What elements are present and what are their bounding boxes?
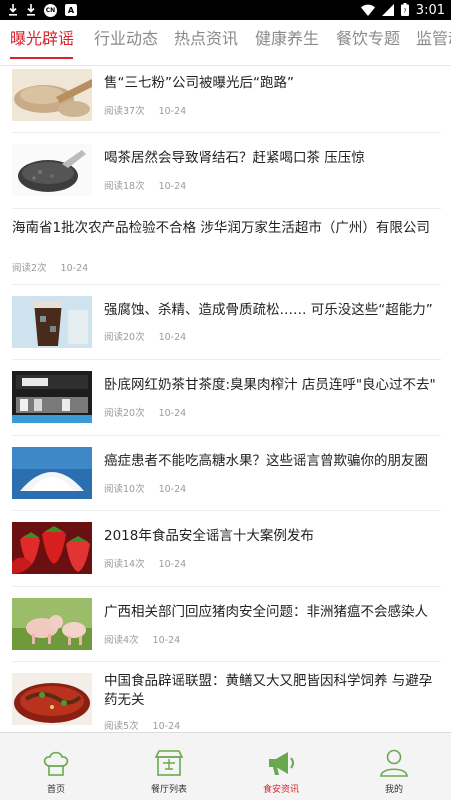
- news-title: 卧底网红奶茶甘茶度:臭果肉榨汁 店员连呼"良心过不去": [104, 377, 436, 393]
- news-item[interactable]: 癌症患者不能吃高糖水果？这些谣言曾欺骗你的朋友圈 阅读10次 10-24: [12, 436, 441, 511]
- news-meta: 阅读14次 10-24: [104, 556, 186, 570]
- cn-badge-icon: CN: [44, 3, 57, 17]
- news-title: 强腐蚀、杀精、造成骨质疏松…… 可乐没这些“超能力”: [104, 302, 433, 318]
- news-title: 2018年食品安全谣言十大案例发布: [104, 528, 314, 544]
- restaurant-store-icon: [153, 747, 185, 779]
- news-title: 癌症患者不能吃高糖水果？这些谣言曾欺骗你的朋友圈: [104, 453, 428, 469]
- news-meta: 阅读18次 10-24: [104, 178, 186, 192]
- news-meta: 阅读10次 10-24: [104, 481, 186, 495]
- nav-home[interactable]: 首页: [16, 733, 96, 800]
- news-meta: 阅读20次 10-24: [104, 329, 186, 343]
- publish-date: 10-24: [60, 263, 89, 274]
- news-title: 喝茶居然会导致肾结石？赶紧喝口茶 压压惊: [104, 150, 365, 166]
- news-title: 海南省1批次农产品检验不合格 涉华润万家生活超市（广州）有限公司: [12, 220, 430, 236]
- news-list: 售“三七粉”公司被曝光后“跑路” 阅读37次 10-24 喝茶居然会导致肾结石？赶…: [0, 67, 451, 732]
- news-item[interactable]: 2018年食品安全谣言十大案例发布 阅读14次 10-24: [12, 511, 441, 587]
- chef-hat-icon: [40, 747, 72, 779]
- svg-text:?: ?: [403, 8, 406, 15]
- tea-shop-image: [12, 371, 92, 423]
- bottom-nav-bar: 首页 餐厅列表 食安资讯 我的: [0, 732, 451, 800]
- clock-time: 3:01: [415, 2, 445, 18]
- news-meta: 阅读2次 10-24: [12, 260, 88, 274]
- news-title: 中国食品辟谣联盟：黄鳝又大又肥皆因科学饲养 与避孕药无关: [104, 673, 433, 708]
- app-screen: CN A ? 3:01 曝光辟谣 行业动态 热点资讯 健康养生 餐饮专题 监管动: [0, 0, 451, 800]
- read-count: 阅读18次: [104, 181, 145, 192]
- news-item[interactable]: 喝茶居然会导致肾结石？赶紧喝口茶 压压惊 阅读18次 10-24: [12, 133, 441, 209]
- news-item[interactable]: 售“三七粉”公司被曝光后“跑路” 阅读37次 10-24: [12, 67, 441, 133]
- nav-label: 餐厅列表: [150, 785, 187, 795]
- tea-leaves-image: [12, 144, 92, 196]
- user-icon: [378, 747, 410, 779]
- nav-label: 我的: [384, 785, 403, 795]
- news-meta: 阅读4次 10-24: [104, 632, 180, 646]
- news-item[interactable]: 广西相关部门回应猪肉安全问题：非洲猪瘟不会感染人 阅读4次 10-24: [12, 587, 441, 662]
- nav-restaurant-list[interactable]: 餐厅列表: [129, 733, 209, 800]
- active-tab-indicator: [10, 57, 73, 59]
- tab-regulation[interactable]: 监管动: [416, 20, 451, 65]
- read-count: 阅读14次: [104, 559, 145, 570]
- publish-date: 10-24: [158, 484, 187, 495]
- read-count: 阅读20次: [104, 332, 145, 343]
- nav-food-safety-news[interactable]: 食安资讯: [241, 733, 321, 800]
- wifi-icon: [360, 1, 375, 20]
- publish-date: 10-24: [158, 408, 187, 419]
- read-count: 阅读5次: [104, 721, 139, 732]
- read-count: 阅读2次: [12, 263, 47, 274]
- publish-date: 10-24: [158, 181, 187, 192]
- news-item[interactable]: 海南省1批次农产品检验不合格 涉华润万家生活超市（广州）有限公司 阅读2次 10-…: [12, 209, 441, 285]
- eel-dish-image: [12, 673, 92, 725]
- download-icon: [8, 1, 18, 20]
- strawberries-image: [12, 522, 92, 574]
- nav-profile[interactable]: 我的: [354, 733, 434, 800]
- tab-catering[interactable]: 餐饮专题: [336, 20, 400, 65]
- news-meta: 阅读20次 10-24: [104, 405, 186, 419]
- a-badge-icon: A: [65, 4, 77, 16]
- read-count: 阅读4次: [104, 635, 139, 646]
- publish-date: 10-24: [158, 332, 187, 343]
- tab-exposure-rumor[interactable]: 曝光辟谣: [10, 20, 74, 65]
- cola-glass-image: [12, 296, 92, 348]
- news-item[interactable]: 中国食品辟谣联盟：黄鳝又大又肥皆因科学饲养 与避孕药无关 阅读5次 10-24: [12, 662, 441, 732]
- read-count: 阅读37次: [104, 106, 145, 117]
- nav-label: 首页: [46, 785, 65, 795]
- pig-image: [12, 598, 92, 650]
- news-title: 售“三七粉”公司被曝光后“跑路”: [104, 75, 294, 91]
- tab-industry-news[interactable]: 行业动态: [94, 20, 158, 65]
- publish-date: 10-24: [152, 721, 181, 732]
- nav-label: 食安资讯: [262, 785, 299, 795]
- powder-spoon-image: [12, 69, 92, 121]
- news-meta: 阅读5次 10-24: [104, 718, 180, 732]
- tab-hot-news[interactable]: 热点资讯: [174, 20, 238, 65]
- news-title: 广西相关部门回应猪肉安全问题：非洲猪瘟不会感染人: [104, 604, 428, 620]
- publish-date: 10-24: [158, 106, 187, 117]
- signal-icon: [381, 1, 394, 20]
- status-bar: CN A ? 3:01: [0, 0, 451, 20]
- news-item[interactable]: 卧底网红奶茶甘茶度:臭果肉榨汁 店员连呼"良心过不去" 阅读20次 10-24: [12, 360, 441, 436]
- read-count: 阅读20次: [104, 408, 145, 419]
- news-item[interactable]: 强腐蚀、杀精、造成骨质疏松…… 可乐没这些“超能力” 阅读20次 10-24: [12, 285, 441, 360]
- publish-date: 10-24: [152, 635, 181, 646]
- category-tab-bar: 曝光辟谣 行业动态 热点资讯 健康养生 餐饮专题 监管动: [0, 20, 451, 66]
- sugar-pile-image: [12, 447, 92, 499]
- read-count: 阅读10次: [104, 484, 145, 495]
- tab-health[interactable]: 健康养生: [255, 20, 319, 65]
- download-icon: [26, 1, 36, 20]
- battery-icon: ?: [400, 1, 409, 20]
- megaphone-icon: [265, 747, 297, 779]
- publish-date: 10-24: [158, 559, 187, 570]
- news-meta: 阅读37次 10-24: [104, 103, 186, 117]
